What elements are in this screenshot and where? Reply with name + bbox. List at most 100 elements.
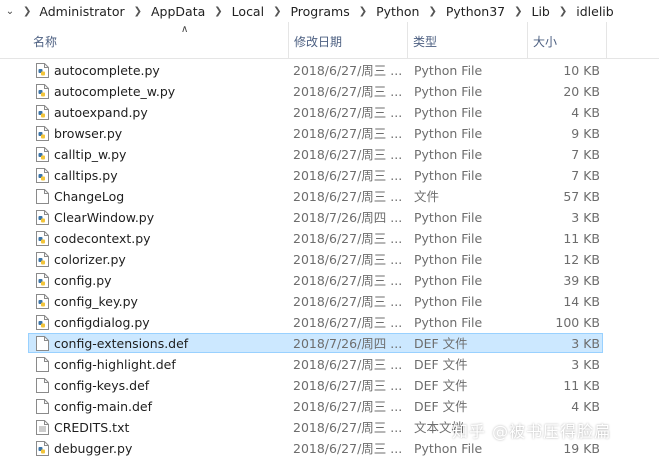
file-size: 11 KB bbox=[563, 231, 600, 246]
column-header-name[interactable]: ∧ 名称 bbox=[28, 22, 289, 58]
blank-file-icon bbox=[36, 378, 49, 393]
file-row[interactable]: autoexpand.py 2018/6/27/周三 ... Python File… bbox=[0, 102, 659, 123]
file-type: Python File bbox=[414, 84, 483, 99]
file-name: config-keys.def bbox=[54, 378, 150, 393]
file-modified: 2018/6/27/周三 ... bbox=[293, 441, 403, 456]
file-modified: 2018/6/27/周三 ... bbox=[293, 399, 403, 414]
file-type: Python File bbox=[414, 294, 483, 309]
file-size: 10 KB bbox=[563, 63, 600, 78]
breadcrumb-item[interactable]: Programs bbox=[288, 4, 351, 19]
breadcrumb-item[interactable]: Lib bbox=[530, 4, 552, 19]
file-row[interactable]: codecontext.py 2018/6/27/周三 ... Python Fil… bbox=[0, 228, 659, 249]
file-modified: 2018/6/27/周三 ... bbox=[293, 252, 403, 267]
file-row[interactable]: config-keys.def 2018/6/27/周三 ... DEF 文件 11 … bbox=[0, 375, 659, 396]
python-file-icon bbox=[36, 168, 49, 183]
file-modified: 2018/6/27/周三 ... bbox=[293, 63, 403, 78]
chevron-right-icon[interactable]: ❯ bbox=[421, 6, 443, 17]
file-row[interactable]: ChangeLog 2018/6/27/周三 ... 文件 57 KB bbox=[0, 186, 659, 207]
file-row[interactable]: calltip_w.py 2018/6/27/周三 ... Python File 7… bbox=[0, 144, 659, 165]
file-row[interactable]: browser.py 2018/6/27/周三 ... Python File 9 K… bbox=[0, 123, 659, 144]
file-row[interactable]: config-highlight.def 2018/6/27/周三 ... DEF … bbox=[0, 354, 659, 375]
file-name: configdialog.py bbox=[54, 315, 150, 330]
column-header-size[interactable]: 大小 bbox=[528, 22, 607, 58]
file-list: autocomplete.py 2018/6/27/周三 ... Python Fi… bbox=[0, 60, 659, 459]
breadcrumb-item[interactable]: Local bbox=[230, 4, 266, 19]
file-row[interactable]: calltips.py 2018/6/27/周三 ... Python File 7 … bbox=[0, 165, 659, 186]
file-modified: 2018/6/27/周三 ... bbox=[293, 315, 403, 330]
python-file-icon bbox=[36, 231, 49, 246]
file-row-selected[interactable]: config-extensions.def 2018/7/26/周四 ... DEF… bbox=[0, 333, 659, 354]
file-row[interactable]: autocomplete.py 2018/6/27/周三 ... Python Fi… bbox=[0, 60, 659, 81]
blank-file-icon bbox=[36, 189, 49, 204]
chevron-right-icon[interactable]: ❯ bbox=[207, 6, 229, 17]
file-type: DEF 文件 bbox=[414, 378, 468, 393]
column-header-modified[interactable]: 修改日期 bbox=[289, 22, 408, 58]
file-size: 4 KB bbox=[571, 105, 600, 120]
python-file-icon bbox=[36, 63, 49, 78]
chevron-right-icon[interactable]: ❯ bbox=[352, 6, 374, 17]
file-size: 11 KB bbox=[563, 378, 600, 393]
blank-file-icon bbox=[36, 399, 49, 414]
file-row[interactable]: ClearWindow.py 2018/7/26/周四 ... Python Fil… bbox=[0, 207, 659, 228]
file-name: config.py bbox=[54, 273, 112, 288]
python-file-icon bbox=[36, 147, 49, 162]
file-modified: 2018/6/27/周三 ... bbox=[293, 84, 403, 99]
breadcrumb-item[interactable]: AppData bbox=[149, 4, 207, 19]
file-row[interactable]: configdialog.py 2018/6/27/周三 ... Python Fi… bbox=[0, 312, 659, 333]
file-row[interactable]: autocomplete_w.py 2018/6/27/周三 ... Python … bbox=[0, 81, 659, 102]
file-modified: 2018/6/27/周三 ... bbox=[293, 231, 403, 246]
python-file-icon bbox=[36, 84, 49, 99]
file-size: 3 KB bbox=[571, 357, 600, 372]
sort-ascending-icon: ∧ bbox=[181, 24, 189, 35]
file-name: config_key.py bbox=[54, 294, 138, 309]
breadcrumb-item[interactable]: Python bbox=[374, 4, 421, 19]
file-size: 14 KB bbox=[563, 294, 600, 309]
file-size: 20 KB bbox=[563, 84, 600, 99]
chevron-right-icon[interactable]: ❯ bbox=[266, 6, 288, 17]
file-row[interactable]: config-main.def 2018/6/27/周三 ... DEF 文件 4 K… bbox=[0, 396, 659, 417]
file-name: browser.py bbox=[54, 126, 123, 141]
file-modified: 2018/6/27/周三 ... bbox=[293, 357, 403, 372]
chevron-right-icon[interactable]: ❯ bbox=[17, 6, 37, 17]
column-header-row: ∧ 名称 修改日期 类型 大小 bbox=[0, 22, 659, 59]
column-header-name-label: 名称 bbox=[33, 35, 58, 49]
breadcrumb-item[interactable]: Python37 bbox=[444, 4, 507, 19]
python-file-icon bbox=[36, 441, 49, 456]
column-header-type-label: 类型 bbox=[413, 35, 438, 49]
blank-file-icon bbox=[36, 336, 49, 351]
python-file-icon bbox=[36, 210, 49, 225]
file-modified: 2018/6/27/周三 ... bbox=[293, 105, 403, 120]
file-size: 57 KB bbox=[563, 189, 600, 204]
file-modified: 2018/6/27/周三 ... bbox=[293, 294, 403, 309]
file-size: 100 KB bbox=[555, 315, 600, 330]
file-modified: 2018/7/26/周四 ... bbox=[293, 336, 403, 351]
chevron-down-icon[interactable]: ⌄ bbox=[3, 2, 17, 20]
file-modified: 2018/6/27/周三 ... bbox=[293, 273, 403, 288]
file-name: calltips.py bbox=[54, 168, 118, 183]
chevron-right-icon[interactable]: ❯ bbox=[127, 6, 149, 17]
file-name: ChangeLog bbox=[54, 189, 125, 204]
address-bar[interactable]: ⌄ ❯ Administrator ❯ AppData ❯ Local ❯ Pr… bbox=[0, 0, 659, 23]
python-file-icon bbox=[36, 252, 49, 267]
file-name: autocomplete_w.py bbox=[54, 84, 176, 99]
python-file-icon bbox=[36, 105, 49, 120]
file-size: 3 KB bbox=[571, 210, 600, 225]
file-type: Python File bbox=[414, 126, 483, 141]
file-row[interactable]: colorizer.py 2018/6/27/周三 ... Python File 1… bbox=[0, 249, 659, 270]
breadcrumb-item-current[interactable]: idlelib bbox=[574, 4, 615, 19]
file-type: Python File bbox=[414, 252, 483, 267]
file-type: 文件 bbox=[414, 189, 440, 204]
file-row[interactable]: config_key.py 2018/6/27/周三 ... Python File… bbox=[0, 291, 659, 312]
file-size: 9 KB bbox=[571, 126, 600, 141]
file-row[interactable]: config.py 2018/6/27/周三 ... Python File 39 K… bbox=[0, 270, 659, 291]
breadcrumb-item[interactable]: Administrator bbox=[37, 4, 126, 19]
file-type: Python File bbox=[414, 105, 483, 120]
file-type: Python File bbox=[414, 63, 483, 78]
chevron-right-icon[interactable]: ❯ bbox=[552, 6, 574, 17]
column-header-type[interactable]: 类型 bbox=[408, 22, 528, 58]
chevron-right-icon[interactable]: ❯ bbox=[507, 6, 529, 17]
file-name: autoexpand.py bbox=[54, 105, 148, 120]
file-size: 12 KB bbox=[563, 252, 600, 267]
file-size: 7 KB bbox=[571, 147, 600, 162]
file-name: debugger.py bbox=[54, 441, 133, 456]
